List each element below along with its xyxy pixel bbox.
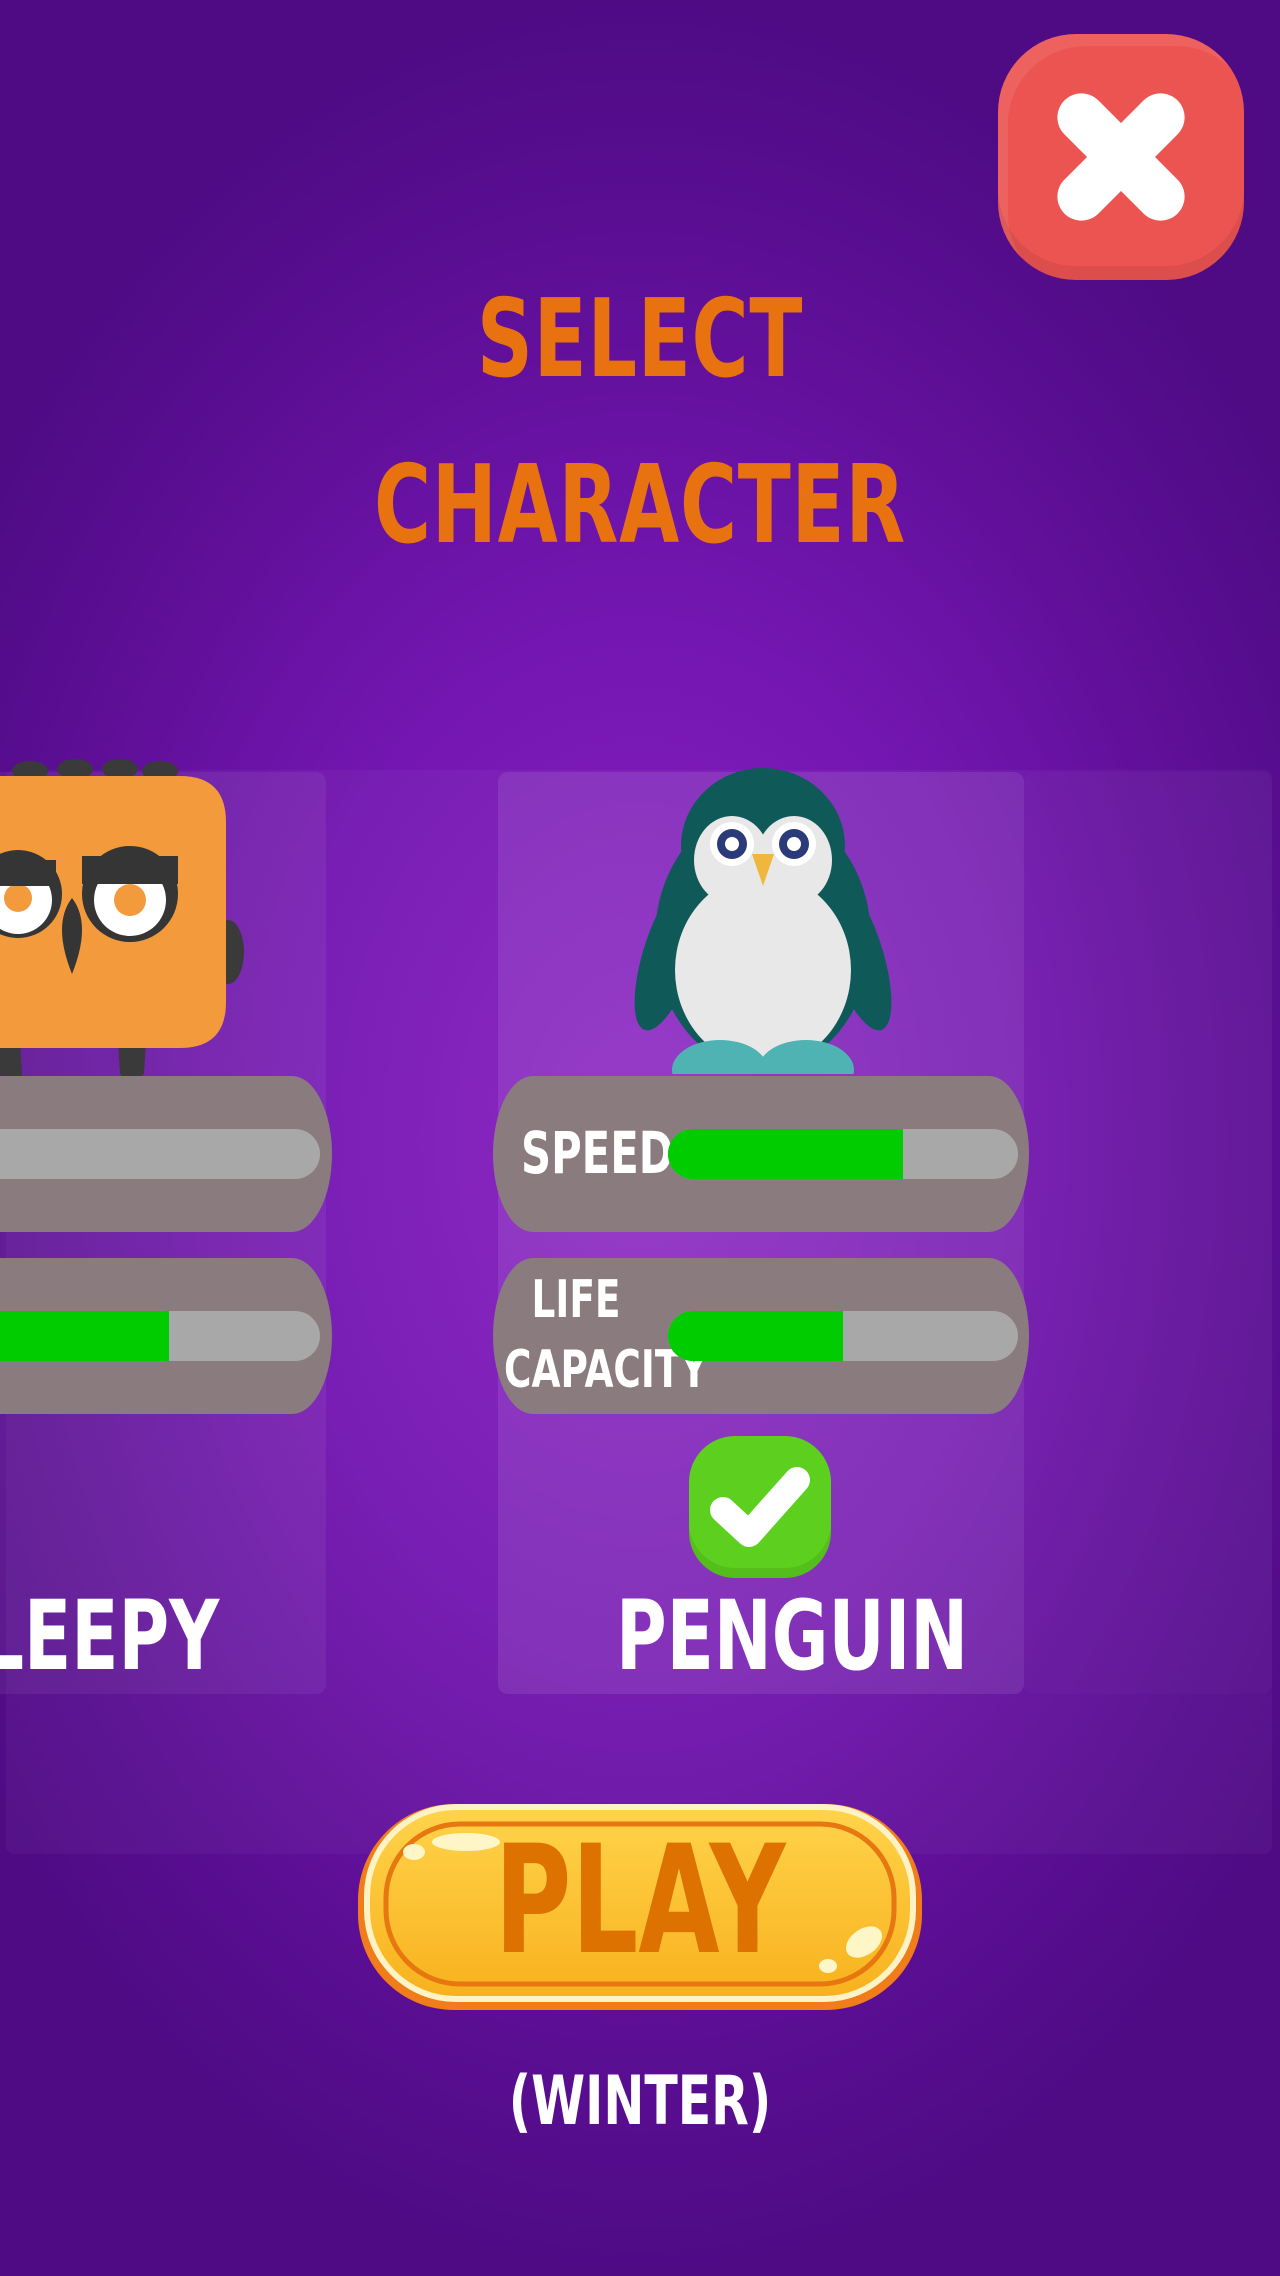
- owl-speed-bar: [0, 1129, 320, 1179]
- penguin-life-bar: [668, 1311, 1018, 1361]
- close-button[interactable]: [998, 34, 1244, 280]
- owl-life-bar-fill: [0, 1311, 169, 1361]
- character-name-penguin: PENGUIN: [616, 1580, 969, 1692]
- page-title-line-2: CHARACTER: [374, 443, 906, 568]
- life-label-line-1: LIFE: [531, 1270, 621, 1330]
- penguin-speed-bar-fill: [668, 1129, 903, 1179]
- page-title-line-1: SELECT: [476, 277, 804, 402]
- owl-character-icon: [0, 759, 244, 1081]
- penguin-life-bar-fill: [668, 1311, 843, 1361]
- life-label-line-2: CAPACITY: [504, 1340, 708, 1400]
- close-icon: [1057, 93, 1185, 221]
- character-name-owl: LEEPY: [0, 1580, 220, 1692]
- map-name-label: (WINTER): [508, 2062, 772, 2141]
- check-icon: [710, 1467, 810, 1547]
- selected-check-button[interactable]: [689, 1436, 831, 1578]
- owl-life-bar: [0, 1311, 320, 1361]
- penguin-speed-bar: [668, 1129, 1018, 1179]
- play-button-label: PLAY: [494, 1814, 786, 1988]
- character-card-next[interactable]: [1024, 772, 1272, 1694]
- speed-label: SPEED: [521, 1119, 674, 1187]
- penguin-character-icon: [634, 768, 892, 1074]
